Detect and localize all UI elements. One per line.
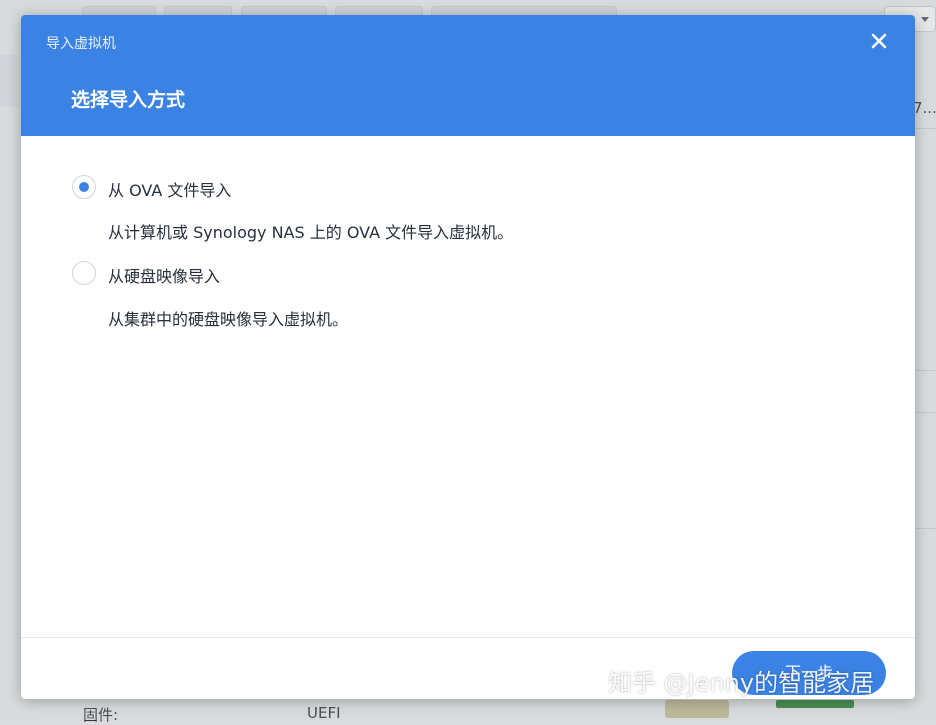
- close-button[interactable]: [867, 29, 891, 53]
- import-vm-dialog: 导入虚拟机 选择导入方式 从 OVA 文件导入 从计算机或 Synology N…: [21, 15, 915, 699]
- dialog-title: 导入虚拟机: [46, 36, 116, 52]
- footer-divider: [21, 637, 915, 638]
- radio-disk-image[interactable]: [72, 261, 96, 285]
- option-ova-description: 从计算机或 Synology NAS 上的 OVA 文件导入虚拟机。: [108, 223, 514, 242]
- option-ova-label: 从 OVA 文件导入: [108, 181, 232, 200]
- radio-ova[interactable]: [72, 175, 96, 199]
- dialog-header: 导入虚拟机 选择导入方式: [21, 15, 915, 136]
- close-icon: [871, 33, 887, 49]
- option-disk-image-description: 从集群中的硬盘映像导入虚拟机。: [108, 310, 349, 329]
- step-title: 选择导入方式: [71, 89, 186, 111]
- option-disk-image-label: 从硬盘映像导入: [108, 267, 221, 286]
- watermark: 知乎 @Jenny的智能家居: [608, 669, 875, 697]
